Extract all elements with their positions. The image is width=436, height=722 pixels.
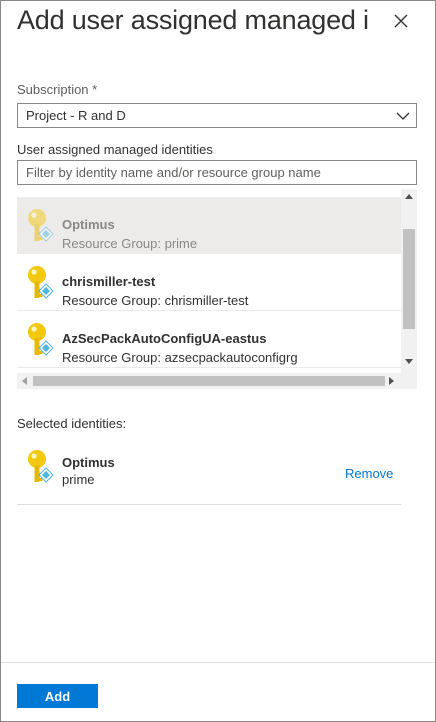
key-icon (28, 323, 54, 356)
identities-list: Optimus Resource Group: prime chrismille… (17, 189, 417, 389)
scroll-left-arrow-icon[interactable] (21, 377, 27, 385)
close-icon (394, 14, 408, 28)
add-button[interactable]: Add (17, 684, 98, 708)
identity-resource-group: Resource Group: azsecpackautoconfigrg (62, 350, 298, 365)
subscription-label: Subscription * (17, 82, 97, 97)
subscription-label-text: Subscription (17, 82, 89, 97)
managed-identity-panel: Add user assigned managed i... Subscript… (0, 0, 436, 722)
selected-identities-label: Selected identities: (17, 416, 127, 431)
scroll-down-arrow-icon[interactable] (405, 359, 413, 365)
required-marker: * (92, 82, 98, 97)
chevron-down-icon (396, 112, 410, 120)
close-button[interactable] (387, 7, 415, 35)
panel-title: Add user assigned managed i... (17, 5, 369, 35)
scroll-up-arrow-icon[interactable] (405, 193, 413, 199)
identities-label: User assigned managed identities (17, 142, 213, 157)
selected-identity-resource-group: prime (62, 472, 95, 487)
identity-name: chrismiller-test (62, 274, 156, 289)
selected-identity-name: Optimus (62, 455, 115, 470)
horizontal-scrollbar[interactable] (17, 373, 417, 389)
remove-link[interactable]: Remove (345, 466, 393, 481)
vertical-scroll-thumb[interactable] (403, 229, 415, 329)
identity-resource-group: Resource Group: chrismiller-test (62, 293, 249, 308)
subscription-selected-value: Project - R and D (26, 108, 126, 123)
list-item[interactable]: chrismiller-test Resource Group: chrismi… (17, 254, 401, 311)
scroll-right-arrow-icon[interactable] (389, 377, 395, 385)
key-icon (28, 266, 54, 299)
selected-identity-row: Optimus prime Remove (17, 445, 401, 505)
identity-name: Optimus (62, 217, 115, 232)
key-icon (28, 209, 54, 242)
identity-filter-input[interactable] (17, 160, 417, 185)
horizontal-scroll-thumb[interactable] (33, 376, 385, 386)
footer-divider (1, 662, 435, 663)
identity-resource-group: Resource Group: prime (62, 236, 198, 251)
identity-name: AzSecPackAutoConfigUA-eastus (62, 331, 267, 346)
vertical-scrollbar[interactable] (401, 189, 417, 373)
subscription-dropdown[interactable]: Project - R and D (17, 103, 417, 128)
list-item[interactable]: AzSecPackAutoConfigUA-eastus Resource Gr… (17, 311, 401, 368)
key-icon (28, 450, 54, 483)
list-item: Optimus Resource Group: prime (17, 197, 401, 254)
